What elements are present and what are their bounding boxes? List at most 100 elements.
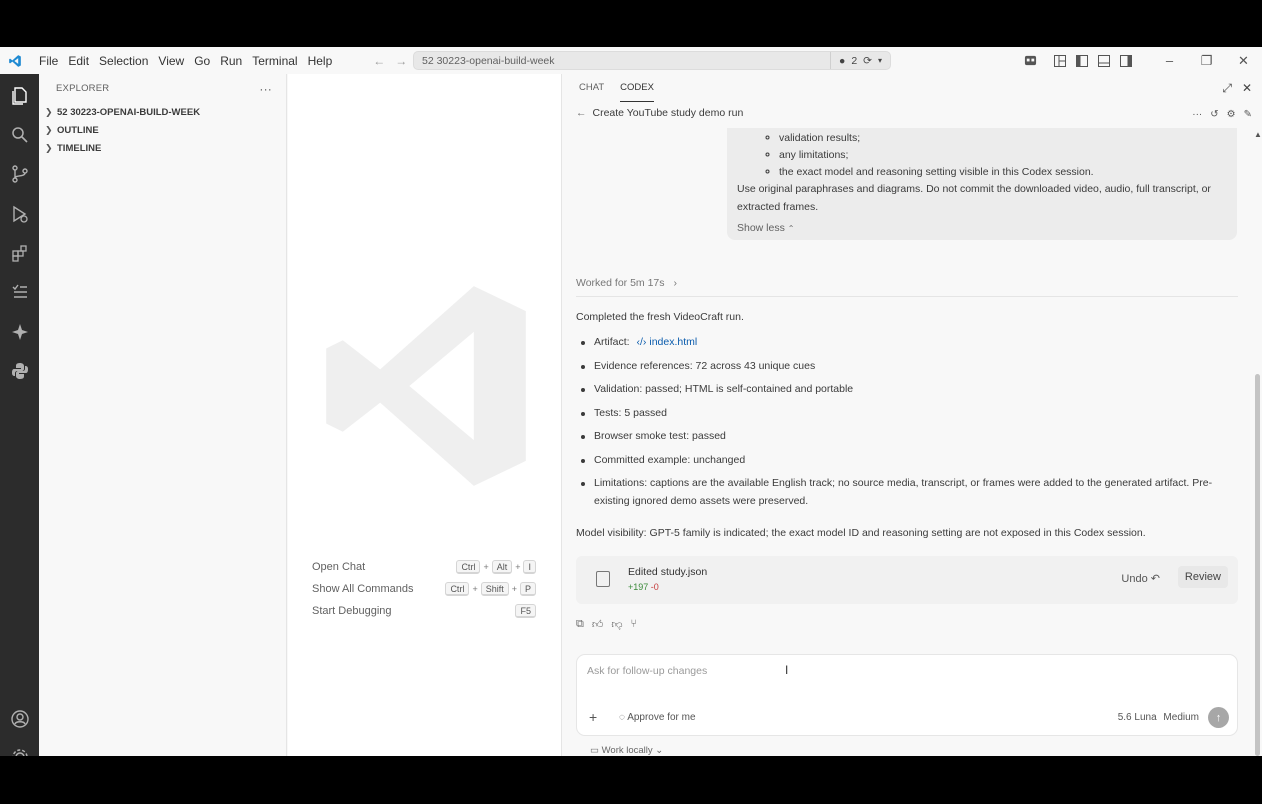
more-actions-icon[interactable]: ··· <box>259 82 272 96</box>
menu-go[interactable]: Go <box>189 54 215 68</box>
key: P <box>519 582 536 596</box>
thumbs-up-icon[interactable]: 👍︎ <box>592 618 604 631</box>
scrollbar-thumb[interactable] <box>1255 374 1260 756</box>
ai-sparkle-icon[interactable] <box>9 321 30 342</box>
run-debug-icon[interactable] <box>9 203 30 224</box>
restore-icon[interactable]: ❐ <box>1188 53 1225 69</box>
chevron-up-icon: ⌃ <box>787 224 795 233</box>
settings-gear-icon[interactable]: ⚙ <box>1227 109 1236 120</box>
send-button[interactable]: ↑ <box>1208 707 1229 728</box>
work-locally-label: Work locally <box>601 745 653 756</box>
worked-for-label: Worked for 5m 17s <box>576 277 665 289</box>
section-label: OUTLINE <box>57 124 99 136</box>
maximize-panel-icon[interactable]: ⤢ <box>1222 81 1232 96</box>
chevron-right-icon: › <box>673 277 677 289</box>
close-icon[interactable]: ✕ <box>1225 53 1262 69</box>
artifact-link[interactable]: index.html <box>649 336 697 348</box>
worked-for-summary[interactable]: Worked for 5m 17s › <box>576 277 1238 297</box>
codex-panel: CHAT CODEX ⤢ ✕ ← Create YouTube study de… <box>561 74 1262 756</box>
key: Alt <box>491 560 513 574</box>
scroll-up-icon[interactable]: ▲ <box>1254 130 1262 139</box>
list-item: any limitations; <box>779 147 1227 164</box>
add-attachment-icon[interactable]: + <box>589 709 597 725</box>
menu-help[interactable]: Help <box>303 54 338 68</box>
list-item: the exact model and reasoning setting vi… <box>779 164 1227 181</box>
source-control-icon[interactable] <box>9 163 30 184</box>
toggle-panel-icon[interactable] <box>1093 54 1115 67</box>
sidebar-section-outline[interactable]: ❯ OUTLINE <box>39 121 286 139</box>
text-cursor-icon: I <box>785 663 789 677</box>
copilot-status-icon[interactable]: ● <box>839 55 845 67</box>
search-icon[interactable] <box>9 124 30 145</box>
thumbs-down-icon[interactable]: 👎︎ <box>611 618 622 631</box>
vscode-watermark-icon <box>326 286 526 486</box>
python-icon[interactable] <box>9 360 30 381</box>
review-button[interactable]: Review <box>1177 566 1228 588</box>
key: F5 <box>515 604 536 618</box>
title-bar: File Edit Selection View Go Run Terminal… <box>0 47 1262 74</box>
settings-gear-icon[interactable] <box>9 746 30 756</box>
list-item: validation results; <box>779 130 1227 147</box>
explorer-sidebar: EXPLORER ··· ❯ 52 30223-OPENAI-BUILD-WEE… <box>39 74 287 756</box>
extensions-icon[interactable] <box>9 242 30 263</box>
fork-icon[interactable]: ⑂ <box>631 618 638 631</box>
sidebar-section-workspace[interactable]: ❯ 52 30223-OPENAI-BUILD-WEEK <box>39 103 286 121</box>
chevron-down-icon: ⌄ <box>655 745 664 756</box>
menu-file[interactable]: File <box>34 54 63 68</box>
hint-open-chat: Open Chat Ctrl + Alt + I <box>312 558 536 576</box>
thread-title: Create YouTube study demo run <box>592 107 744 119</box>
composer: I + ◌ Approve for me 5.6 Luna Medium ↑ <box>576 654 1238 736</box>
back-arrow-icon[interactable]: ← <box>576 107 587 119</box>
chevron-right-icon: ❯ <box>45 142 53 153</box>
account-icon[interactable] <box>9 708 30 729</box>
key: Ctrl <box>456 560 481 574</box>
model-selector[interactable]: 5.6 Luna Medium <box>1118 712 1199 723</box>
toggle-primary-sidebar-icon[interactable] <box>1071 54 1093 67</box>
undo-label: Undo <box>1121 573 1148 585</box>
sidebar-section-timeline[interactable]: ❯ TIMELINE <box>39 139 286 157</box>
forward-arrow-icon[interactable]: → <box>395 54 407 68</box>
approve-mode-button[interactable]: ◌ Approve for me <box>619 712 696 723</box>
additions-count: +197 <box>628 582 649 592</box>
toggle-secondary-sidebar-icon[interactable] <box>1115 54 1137 67</box>
menu-view[interactable]: View <box>153 54 189 68</box>
code-file-icon: ‹/› <box>636 336 647 348</box>
undo-button[interactable]: Undo ↶ <box>1121 572 1160 585</box>
message-paragraph: Use original paraphrases and diagrams. D… <box>737 183 1211 213</box>
menu-selection[interactable]: Selection <box>94 54 153 68</box>
chat-icon[interactable]: ⟳ <box>863 55 872 67</box>
history-icon[interactable]: ↺ <box>1210 109 1218 120</box>
minimize-icon[interactable]: – <box>1151 53 1188 68</box>
chevron-down-icon[interactable]: ▾ <box>878 56 882 65</box>
list-item: Committed example: unchanged <box>576 452 1226 470</box>
show-less-button[interactable]: Show less ⌃ <box>737 222 1227 234</box>
testing-icon[interactable] <box>9 281 30 302</box>
menu-terminal[interactable]: Terminal <box>247 54 302 68</box>
back-arrow-icon[interactable]: ← <box>373 54 385 68</box>
copilot-icon[interactable] <box>1019 54 1041 67</box>
more-actions-icon[interactable]: ··· <box>1192 109 1202 120</box>
sidebar-title: EXPLORER <box>56 83 110 94</box>
close-panel-icon[interactable]: ✕ <box>1242 81 1252 96</box>
customize-layout-icon[interactable] <box>1049 54 1071 67</box>
explorer-icon[interactable] <box>9 85 30 106</box>
new-thread-icon[interactable]: ✎ <box>1244 109 1252 120</box>
section-label: 52 30223-OPENAI-BUILD-WEEK <box>57 106 201 118</box>
tab-chat[interactable]: CHAT <box>579 74 604 102</box>
menu-edit[interactable]: Edit <box>63 54 94 68</box>
menu-run[interactable]: Run <box>215 54 247 68</box>
chat-scrollbar[interactable]: ▲ <box>1254 130 1262 756</box>
command-center[interactable]: 52 30223-openai-build-week ● 2 ⟳ ▾ <box>413 51 891 70</box>
show-less-label: Show less <box>737 222 785 234</box>
command-center-title: 52 30223-openai-build-week <box>422 54 555 67</box>
editor-area: Open Chat Ctrl + Alt + I Show All Commands… <box>288 74 561 756</box>
reasoning-effort: Medium <box>1163 712 1199 723</box>
work-locally-toggle[interactable]: ▭ Work locally ⌄ <box>590 745 663 756</box>
copy-icon[interactable]: ⧉ <box>576 618 584 631</box>
completion-text: Completed the fresh VideoCraft run. <box>576 311 744 323</box>
key: Shift <box>480 582 509 596</box>
deletions-count: -0 <box>650 582 659 592</box>
tab-codex[interactable]: CODEX <box>620 74 654 102</box>
edited-filename[interactable]: Edited study.json <box>628 566 707 578</box>
list-item: Evidence references: 72 across 43 unique… <box>576 358 1226 376</box>
